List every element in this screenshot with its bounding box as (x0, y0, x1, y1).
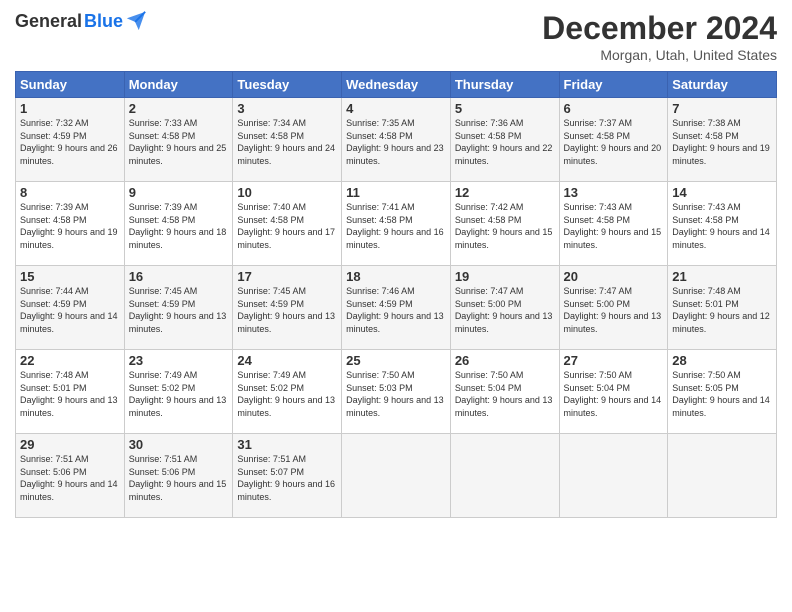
calendar-title: December 2024 (542, 10, 777, 47)
table-row: 1Sunrise: 7:32 AM Sunset: 4:59 PM Daylig… (16, 98, 125, 182)
table-row: 21Sunrise: 7:48 AM Sunset: 5:01 PM Dayli… (668, 266, 777, 350)
table-row: 8Sunrise: 7:39 AM Sunset: 4:58 PM Daylig… (16, 182, 125, 266)
logo-bird-icon (125, 10, 147, 32)
table-row: 11Sunrise: 7:41 AM Sunset: 4:58 PM Dayli… (342, 182, 451, 266)
calendar-subtitle: Morgan, Utah, United States (542, 47, 777, 63)
table-row: 20Sunrise: 7:47 AM Sunset: 5:00 PM Dayli… (559, 266, 668, 350)
table-row (450, 434, 559, 518)
table-row (342, 434, 451, 518)
table-row: 31Sunrise: 7:51 AM Sunset: 5:07 PM Dayli… (233, 434, 342, 518)
table-row: 18Sunrise: 7:46 AM Sunset: 4:59 PM Dayli… (342, 266, 451, 350)
col-thursday: Thursday (450, 72, 559, 98)
table-row: 3Sunrise: 7:34 AM Sunset: 4:58 PM Daylig… (233, 98, 342, 182)
table-row: 15Sunrise: 7:44 AM Sunset: 4:59 PM Dayli… (16, 266, 125, 350)
col-wednesday: Wednesday (342, 72, 451, 98)
title-section: December 2024 Morgan, Utah, United State… (542, 10, 777, 63)
table-row: 12Sunrise: 7:42 AM Sunset: 4:58 PM Dayli… (450, 182, 559, 266)
col-sunday: Sunday (16, 72, 125, 98)
table-row: 27Sunrise: 7:50 AM Sunset: 5:04 PM Dayli… (559, 350, 668, 434)
table-row: 16Sunrise: 7:45 AM Sunset: 4:59 PM Dayli… (124, 266, 233, 350)
table-row: 4Sunrise: 7:35 AM Sunset: 4:58 PM Daylig… (342, 98, 451, 182)
col-monday: Monday (124, 72, 233, 98)
table-row: 2Sunrise: 7:33 AM Sunset: 4:58 PM Daylig… (124, 98, 233, 182)
logo-general: General (15, 11, 82, 32)
logo-blue: Blue (84, 11, 123, 32)
table-row: 13Sunrise: 7:43 AM Sunset: 4:58 PM Dayli… (559, 182, 668, 266)
table-row: 29Sunrise: 7:51 AM Sunset: 5:06 PM Dayli… (16, 434, 125, 518)
logo: General Blue (15, 10, 147, 32)
table-row (668, 434, 777, 518)
col-tuesday: Tuesday (233, 72, 342, 98)
table-row: 14Sunrise: 7:43 AM Sunset: 4:58 PM Dayli… (668, 182, 777, 266)
table-row: 26Sunrise: 7:50 AM Sunset: 5:04 PM Dayli… (450, 350, 559, 434)
table-row (559, 434, 668, 518)
table-row: 28Sunrise: 7:50 AM Sunset: 5:05 PM Dayli… (668, 350, 777, 434)
col-friday: Friday (559, 72, 668, 98)
calendar-table: Sunday Monday Tuesday Wednesday Thursday… (15, 71, 777, 518)
table-row: 6Sunrise: 7:37 AM Sunset: 4:58 PM Daylig… (559, 98, 668, 182)
table-row: 30Sunrise: 7:51 AM Sunset: 5:06 PM Dayli… (124, 434, 233, 518)
table-row: 19Sunrise: 7:47 AM Sunset: 5:00 PM Dayli… (450, 266, 559, 350)
calendar-header-row: Sunday Monday Tuesday Wednesday Thursday… (16, 72, 777, 98)
header: General Blue December 2024 Morgan, Utah,… (15, 10, 777, 63)
table-row: 22Sunrise: 7:48 AM Sunset: 5:01 PM Dayli… (16, 350, 125, 434)
table-row: 25Sunrise: 7:50 AM Sunset: 5:03 PM Dayli… (342, 350, 451, 434)
table-row: 23Sunrise: 7:49 AM Sunset: 5:02 PM Dayli… (124, 350, 233, 434)
table-row: 10Sunrise: 7:40 AM Sunset: 4:58 PM Dayli… (233, 182, 342, 266)
table-row: 24Sunrise: 7:49 AM Sunset: 5:02 PM Dayli… (233, 350, 342, 434)
table-row: 5Sunrise: 7:36 AM Sunset: 4:58 PM Daylig… (450, 98, 559, 182)
table-row: 7Sunrise: 7:38 AM Sunset: 4:58 PM Daylig… (668, 98, 777, 182)
col-saturday: Saturday (668, 72, 777, 98)
table-row: 17Sunrise: 7:45 AM Sunset: 4:59 PM Dayli… (233, 266, 342, 350)
table-row: 9Sunrise: 7:39 AM Sunset: 4:58 PM Daylig… (124, 182, 233, 266)
